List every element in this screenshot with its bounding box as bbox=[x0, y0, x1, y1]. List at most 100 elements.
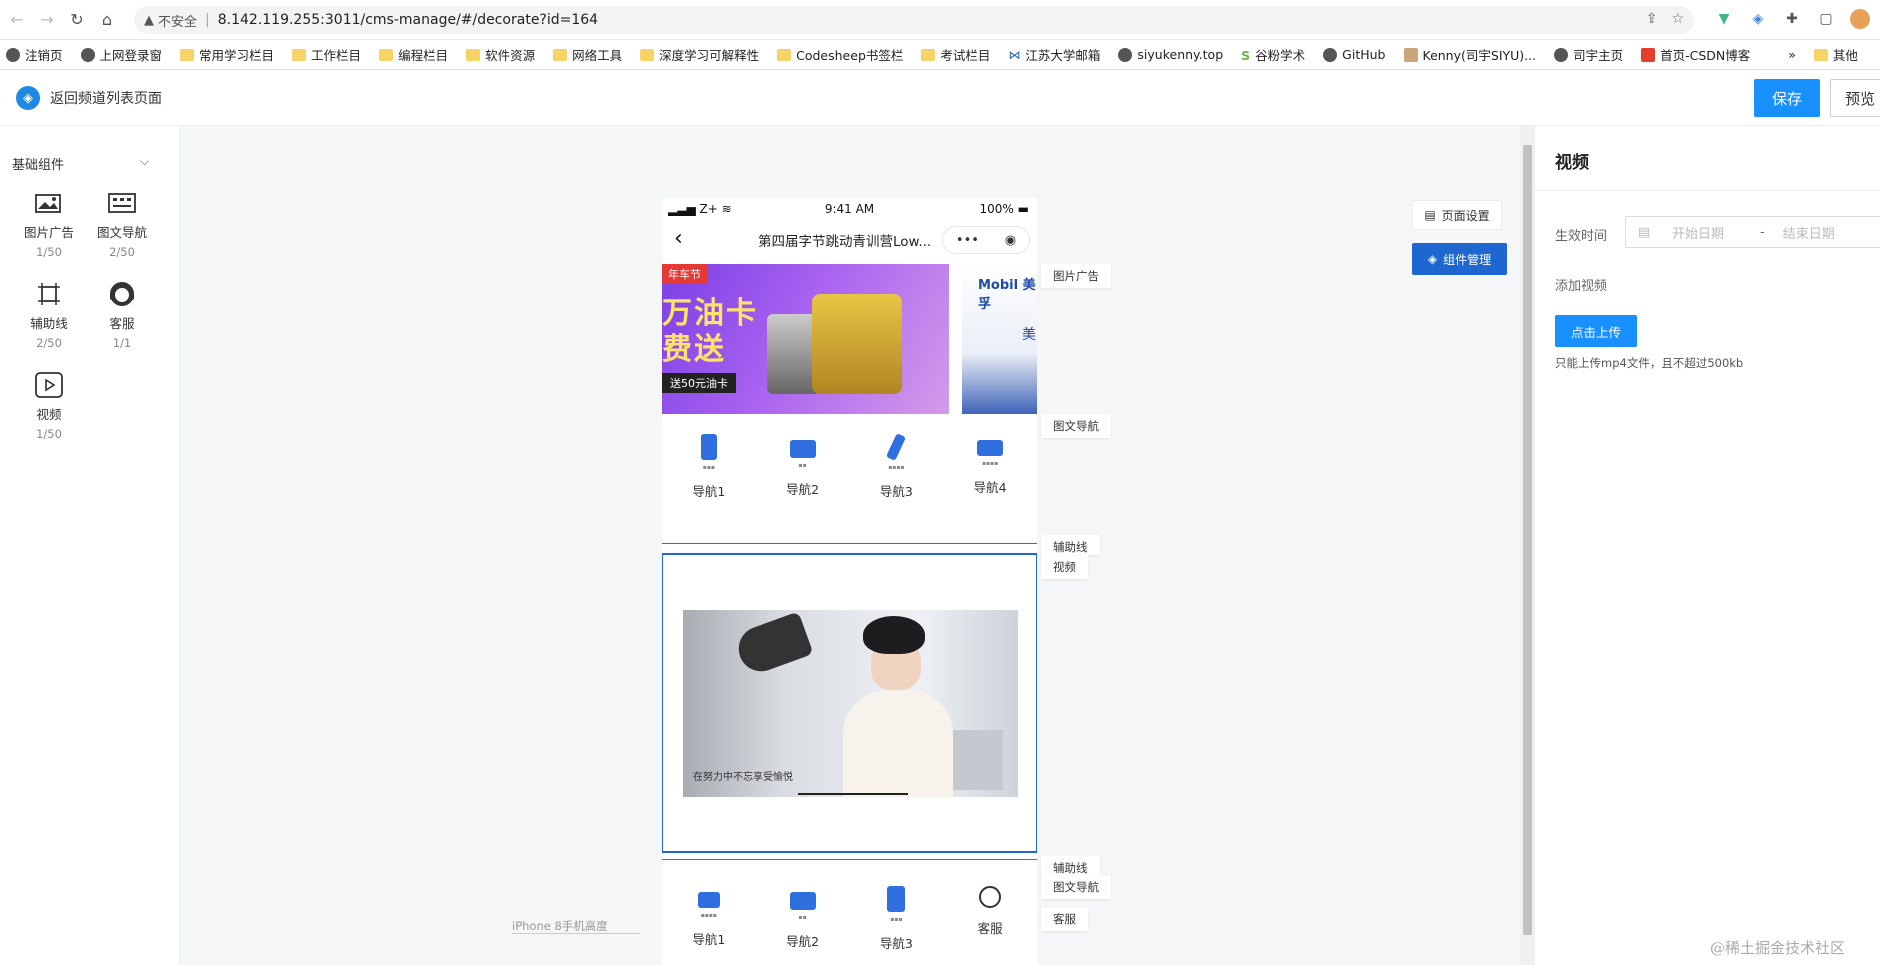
end-date-input[interactable]: 结束日期 bbox=[1783, 223, 1835, 242]
url-text[interactable]: 8.142.119.255:3011/cms-manage/#/decorate… bbox=[218, 12, 598, 28]
layer-tag-image-ad[interactable]: 图片广告 bbox=[1041, 264, 1111, 288]
canvas-scroll-thumb[interactable] bbox=[1523, 145, 1532, 935]
bookmark-folder[interactable]: 考试栏目 bbox=[921, 45, 990, 64]
layer-tag-image-nav[interactable]: 图文导航 bbox=[1041, 414, 1111, 438]
component-guide-line[interactable]: 辅助线 2/50 bbox=[14, 281, 84, 350]
globe-icon bbox=[80, 47, 95, 62]
miniapp-capsule[interactable]: ••• ◉ bbox=[942, 226, 1030, 254]
chevron-down-icon[interactable]: ⌵ bbox=[140, 154, 149, 169]
layer-tag-video[interactable]: 视频 bbox=[1041, 555, 1088, 579]
bookmark-item[interactable]: 上网登录窗 bbox=[80, 45, 162, 64]
folder-icon bbox=[777, 48, 792, 61]
home-icon[interactable]: ⌂ bbox=[94, 7, 120, 33]
guide-line-1[interactable] bbox=[662, 543, 1037, 544]
bookmark-item[interactable]: ⋈ 江苏大学邮箱 bbox=[1008, 45, 1100, 64]
fuel-icon bbox=[887, 886, 906, 912]
globe-icon bbox=[6, 47, 20, 62]
upload-hint: 只能上传mp4文件，且不超过500kb bbox=[1555, 356, 1744, 370]
guide-line-2[interactable] bbox=[662, 859, 1037, 860]
folder-icon bbox=[466, 48, 481, 61]
bookmark-item[interactable]: 注销页 bbox=[6, 45, 63, 64]
folder-icon bbox=[292, 48, 307, 61]
date-range-picker[interactable]: ▤ 开始日期 - 结束日期 bbox=[1625, 216, 1880, 248]
bookmark-folder[interactable]: 工作栏目 bbox=[292, 45, 361, 64]
puzzle-icon[interactable]: ✚ bbox=[1782, 9, 1802, 29]
chevron-left-icon[interactable]: ‹ bbox=[674, 226, 683, 251]
layer-tag-service[interactable]: 客服 bbox=[1041, 907, 1088, 931]
forward-arrow-icon[interactable]: → bbox=[34, 7, 60, 33]
component-count: 2/50 bbox=[36, 336, 62, 350]
bookmark-folder[interactable]: 深度学习可解释性 bbox=[640, 45, 759, 64]
cube-logo-icon: ◈ bbox=[16, 86, 40, 110]
nav-item[interactable]: ▪▪▪ 导航1 bbox=[662, 434, 756, 500]
preview-button[interactable]: 预览 bbox=[1830, 79, 1880, 117]
image-ad-banner[interactable]: 年车节 万油卡 费送 送50元油卡 Mobil 美孚 美 bbox=[662, 264, 1037, 414]
mail-icon: ⋈ bbox=[1008, 47, 1021, 62]
bookmark-folder[interactable]: 常用学习栏目 bbox=[180, 45, 274, 64]
share-icon[interactable]: ⇪ bbox=[1646, 11, 1658, 27]
extension-icon-2[interactable]: ◈ bbox=[1748, 9, 1768, 29]
add-video-label: 添加视频 bbox=[1555, 279, 1608, 294]
bookmark-folder[interactable]: 软件资源 bbox=[466, 45, 535, 64]
bookmark-item[interactable]: GitHub bbox=[1323, 47, 1386, 62]
nav-item[interactable]: ▪▪▪▪ 导航4 bbox=[943, 434, 1037, 500]
bookmarks-more-button[interactable]: » bbox=[1788, 47, 1796, 62]
bookmark-folder[interactable]: Codesheep书签栏 bbox=[777, 45, 903, 64]
back-arrow-icon[interactable]: ← bbox=[4, 7, 30, 33]
car-icon bbox=[789, 892, 816, 910]
nav-item[interactable]: ▪▪ 导航2 bbox=[756, 434, 850, 500]
save-button[interactable]: 保存 bbox=[1754, 79, 1820, 117]
video-component-selected[interactable]: 在努力中不忘享受愉悦 bbox=[662, 553, 1037, 853]
banner-slide-active: 年车节 万油卡 费送 送50元油卡 bbox=[662, 264, 949, 414]
component-video[interactable]: 视频 1/50 bbox=[14, 372, 84, 441]
github-icon bbox=[1323, 47, 1338, 62]
sidebar-icon[interactable]: ▢ bbox=[1816, 9, 1836, 29]
layer-tag-guide-line-2[interactable]: 辅助线 bbox=[1041, 856, 1100, 876]
bookmark-item[interactable]: siyukenny.top bbox=[1118, 47, 1223, 62]
profile-avatar[interactable] bbox=[1850, 9, 1870, 29]
battery-indicator: 100% ▬ bbox=[979, 202, 1029, 216]
star-icon[interactable]: ☆ bbox=[1671, 11, 1684, 27]
component-customer-service[interactable]: 客服 1/1 bbox=[87, 281, 157, 350]
folder-icon bbox=[1813, 48, 1828, 61]
bookmark-item[interactable]: 首页-CSDN博客 bbox=[1641, 45, 1750, 64]
browser-toolbar: ← → ↻ ⌂ ▲ 不安全 | 8.142.119.255:3011/cms-m… bbox=[0, 0, 1880, 40]
component-image-nav[interactable]: 图文导航 2/50 bbox=[87, 190, 157, 259]
video-progress-bar[interactable] bbox=[798, 793, 908, 795]
properties-panel: 视频 生效时间 ▤ 开始日期 - 结束日期 添加视频 点击上传 只能上传mp4文… bbox=[1534, 126, 1880, 965]
banner-headline: 万油卡 费送 bbox=[662, 296, 758, 367]
component-manage-button[interactable]: ◈ 组件管理 bbox=[1412, 243, 1507, 275]
start-date-input[interactable]: 开始日期 bbox=[1672, 223, 1724, 242]
layer-tag-image-nav-2[interactable]: 图文导航 bbox=[1041, 875, 1111, 899]
nav-item[interactable]: ▪▪ 导航2 bbox=[756, 886, 850, 952]
bookmark-item[interactable]: Kenny(司宇SIYU)... bbox=[1403, 45, 1536, 64]
upload-button[interactable]: 点击上传 bbox=[1555, 315, 1637, 347]
page-settings-button[interactable]: ▤ 页面设置 bbox=[1412, 200, 1502, 230]
image-icon bbox=[34, 190, 64, 216]
nav-item[interactable]: ▪▪▪ 导航3 bbox=[850, 886, 944, 952]
bookmark-item[interactable]: 司宇主页 bbox=[1554, 45, 1623, 64]
bookmark-folder[interactable]: 编程栏目 bbox=[379, 45, 448, 64]
target-circle-icon[interactable]: ◉ bbox=[1005, 233, 1016, 248]
video-player[interactable]: 在努力中不忘享受愉悦 bbox=[683, 610, 1018, 797]
nav-item-service[interactable]: 客服 bbox=[943, 886, 1037, 952]
folder-icon bbox=[640, 48, 655, 61]
bookmark-folder[interactable]: 网络工具 bbox=[553, 45, 622, 64]
back-to-channel-list-link[interactable]: ◈ 返回频道列表页面 bbox=[16, 86, 162, 110]
more-dots-icon[interactable]: ••• bbox=[956, 233, 979, 248]
component-label: 图片广告 bbox=[23, 225, 74, 240]
component-label: 客服 bbox=[109, 316, 135, 331]
address-bar[interactable]: ▲ 不安全 | 8.142.119.255:3011/cms-manage/#/… bbox=[134, 6, 1694, 34]
nav-item[interactable]: ▪▪▪▪ 导航3 bbox=[850, 433, 944, 500]
vue-extension-icon[interactable]: ▼ bbox=[1714, 9, 1734, 29]
reload-icon[interactable]: ↻ bbox=[64, 7, 90, 33]
insecure-label: 不安全 bbox=[158, 14, 198, 30]
tray-icon bbox=[697, 892, 720, 908]
bookmark-item[interactable]: S 谷粉学术 bbox=[1241, 45, 1305, 64]
iphone8-height-label: iPhone 8手机高度 bbox=[512, 919, 608, 933]
other-bookmarks-folder[interactable]: 其他 bbox=[1813, 45, 1858, 64]
nav-item[interactable]: ▪▪▪▪ 导航1 bbox=[662, 886, 756, 952]
component-label: 辅助线 bbox=[30, 316, 68, 331]
layer-tag-guide-line[interactable]: 辅助线 bbox=[1041, 535, 1100, 555]
component-image-ad[interactable]: 图片广告 1/50 bbox=[14, 190, 84, 259]
